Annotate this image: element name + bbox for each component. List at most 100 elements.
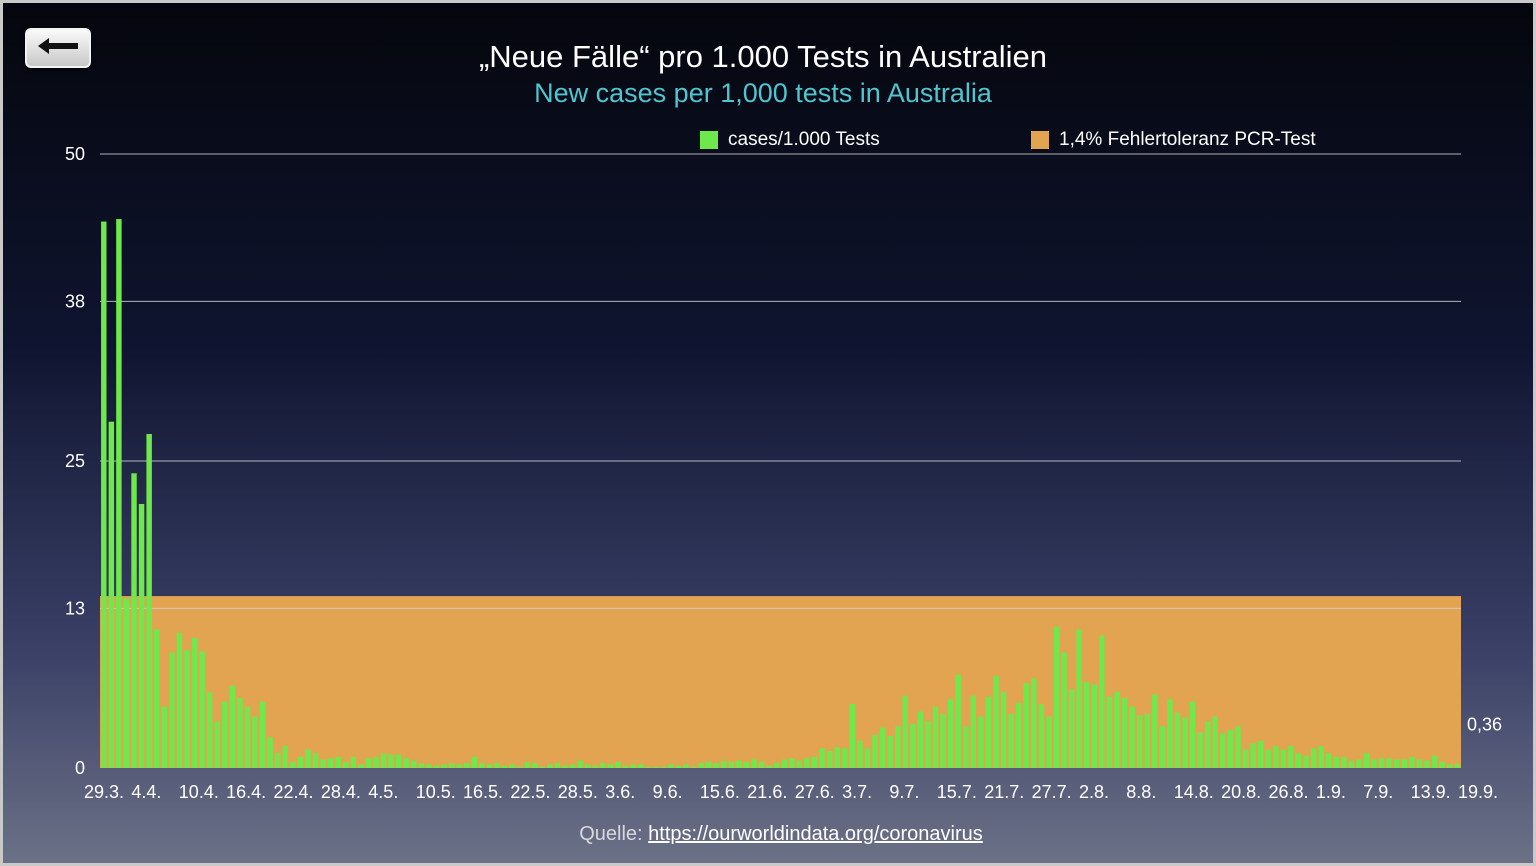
bar [721, 760, 727, 768]
bar [1363, 753, 1370, 768]
bar [123, 598, 130, 768]
end-value-label: 0,36 [1467, 715, 1502, 735]
bar [1008, 713, 1014, 768]
bar [630, 764, 636, 768]
bar [343, 761, 349, 768]
x-tick-label: 8.8. [1126, 782, 1156, 802]
bar [705, 761, 712, 768]
bar [176, 632, 183, 768]
bar [1386, 758, 1392, 768]
bar [327, 758, 334, 768]
bar [554, 763, 561, 768]
bar [539, 766, 546, 768]
bar [1273, 745, 1279, 768]
bar [857, 740, 863, 768]
bar [501, 765, 508, 768]
bar [1295, 753, 1302, 768]
y-tick-label: 50 [65, 144, 85, 164]
bar [463, 763, 470, 768]
x-tick-label: 21.6. [747, 782, 787, 802]
bar [925, 721, 931, 768]
bar [1341, 756, 1347, 768]
x-tick-label: 16.4. [226, 782, 266, 802]
bar [879, 727, 886, 768]
source-line: Quelle: https://ourworldindata.org/coron… [3, 823, 1533, 846]
bar [743, 761, 750, 768]
bar [388, 754, 394, 768]
bar [766, 765, 772, 768]
bar [736, 760, 742, 768]
bar [1265, 749, 1271, 768]
bar [1371, 759, 1377, 768]
x-tick-label: 28.5. [558, 782, 598, 802]
bar [494, 763, 500, 768]
bar [645, 766, 651, 768]
bar [1129, 706, 1135, 768]
bar [1114, 691, 1120, 768]
bar [713, 763, 719, 768]
bar [577, 760, 583, 768]
bar [1280, 749, 1287, 768]
bar [259, 701, 266, 768]
bar [584, 764, 591, 768]
x-tick-label: 15.6. [700, 782, 740, 802]
bar [902, 695, 908, 768]
bar [1106, 696, 1113, 768]
bar [932, 706, 939, 768]
source-link[interactable]: https://ourworldindata.org/coronavirus [648, 823, 983, 845]
bar [153, 629, 160, 768]
bar [789, 758, 795, 768]
bar [1318, 745, 1324, 768]
x-tick-label: 29.3. [84, 782, 124, 802]
bar [441, 764, 447, 768]
y-tick-label: 38 [65, 291, 85, 311]
bar [1303, 755, 1309, 768]
bar [169, 652, 175, 768]
y-tick-label: 25 [65, 451, 85, 471]
bar [955, 674, 961, 768]
bar [222, 701, 228, 768]
bar [781, 759, 787, 768]
bar [1356, 759, 1362, 768]
bar [993, 675, 999, 768]
bar [161, 706, 167, 768]
bar [842, 748, 848, 768]
bar [1174, 712, 1181, 768]
bar [826, 750, 833, 768]
bar [456, 764, 462, 768]
bar [290, 761, 296, 768]
bar [116, 219, 122, 768]
bar [1091, 684, 1097, 768]
bar [206, 691, 213, 768]
bar [1144, 713, 1150, 768]
bar [524, 761, 530, 768]
bar [1439, 761, 1445, 768]
bar [1099, 635, 1105, 768]
bar [864, 748, 871, 768]
bar [690, 766, 697, 768]
bar [350, 756, 357, 768]
bar [1076, 629, 1082, 768]
bar [1121, 698, 1128, 768]
bar [615, 761, 621, 768]
bar [320, 759, 326, 768]
bar [191, 637, 198, 768]
bar [1189, 701, 1196, 768]
bar [796, 760, 803, 768]
bar [872, 734, 878, 768]
bar [751, 759, 757, 768]
x-tick-label: 22.4. [274, 782, 314, 802]
bar [917, 711, 924, 768]
bar [1242, 749, 1249, 768]
bar [448, 763, 455, 768]
bar [1394, 759, 1400, 768]
bar [1348, 760, 1355, 768]
x-tick-label: 4.5. [368, 782, 398, 802]
bar [592, 765, 598, 768]
bar [380, 753, 387, 768]
x-tick-label: 7.9. [1363, 782, 1393, 802]
bar [728, 761, 735, 768]
bar [668, 764, 674, 768]
bar [569, 764, 576, 768]
bar [1333, 756, 1339, 768]
